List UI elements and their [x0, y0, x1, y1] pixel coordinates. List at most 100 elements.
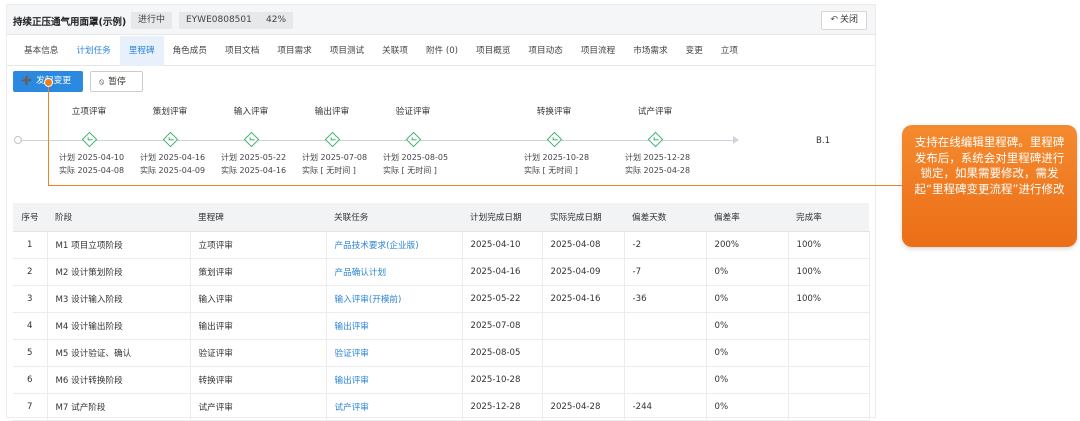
- milestone-dates: 计划 2025-04-10 实际 2025-04-08: [59, 151, 139, 177]
- stage-cell: M7 试产阶段: [47, 393, 191, 421]
- stage-cell: M5 设计验证、确认: [47, 339, 191, 367]
- completion-rate-cell: 100%: [788, 258, 870, 286]
- completion-rate-cell: [788, 393, 870, 421]
- milestone-plan-date: 计划 2025-12-28: [625, 153, 691, 162]
- project-title: 持续正压通气用面罩(示例): [13, 17, 127, 28]
- tab-documents[interactable]: 项目文档: [216, 36, 268, 66]
- milestone-dates: 计划 2025-04-16 实际 2025-04-09: [140, 151, 220, 177]
- related-task-link[interactable]: 产品技术要求(企业版): [326, 231, 463, 259]
- milestone-table: 序号 阶段 里程碑 关联任务 计划完成日期 实际完成日期 偏差天数 偏差率 完成…: [13, 203, 870, 421]
- close-label: 关闭: [839, 15, 858, 25]
- tab-overview[interactable]: 项目概览: [467, 36, 519, 66]
- tab-plan-tasks[interactable]: 计划任务: [67, 36, 119, 66]
- pause-button[interactable]: ⦸ 暂停: [90, 71, 143, 92]
- tab-workflow[interactable]: 项目流程: [572, 36, 624, 66]
- related-task-link[interactable]: 验证评审: [326, 339, 463, 367]
- milestone-actual-date: 实际 [ 无时间 ]: [383, 166, 437, 175]
- table-row[interactable]: 6 M6 设计转换阶段 转换评审 输出评审 2025-10-28 0%: [13, 366, 870, 394]
- milestone-name: 输入评审: [233, 107, 269, 117]
- actual-date-cell: [542, 312, 625, 340]
- plan-date-cell: 2025-12-28: [462, 393, 543, 421]
- related-task-link[interactable]: 试产评审: [326, 393, 463, 421]
- milestone-done-icon[interactable]: [81, 131, 98, 148]
- plan-date-cell: 2025-08-05: [462, 339, 543, 367]
- deviation-days-cell: [624, 366, 707, 394]
- deviation-rate-cell: 0%: [706, 312, 789, 340]
- milestone-cell: 输入评审: [190, 285, 327, 313]
- related-task-link[interactable]: 输入评审(开模前): [326, 285, 463, 313]
- milestone-name: 立项评审: [71, 107, 107, 117]
- milestone-plan-date: 计划 2025-04-16: [140, 153, 206, 162]
- milestone-plan-date: 计划 2025-10-28: [524, 153, 590, 162]
- milestone-cell: 输出评审: [190, 312, 327, 340]
- deviation-rate-cell: 0%: [706, 258, 789, 286]
- table-row[interactable]: 7 M7 试产阶段 试产评审 试产评审 2025-12-28 2025-04-2…: [13, 393, 870, 421]
- deviation-rate-cell: 0%: [706, 339, 789, 367]
- start-change-label: 发起变更: [35, 76, 72, 86]
- tab-members[interactable]: 角色成员: [164, 36, 216, 66]
- milestone-label: 策划评审: [130, 105, 210, 117]
- column-header: 实际完成日期: [542, 203, 624, 232]
- milestone-name: 试产评审: [637, 107, 673, 117]
- tab-basic-info[interactable]: 基本信息: [15, 36, 67, 66]
- column-header: 计划完成日期: [462, 203, 542, 232]
- stage-cell: M3 设计输入阶段: [47, 285, 191, 313]
- milestone-done-icon[interactable]: [324, 131, 341, 148]
- table-row[interactable]: 5 M5 设计验证、确认 验证评审 验证评审 2025-08-05 0%: [13, 339, 870, 367]
- tab-milestones[interactable]: 里程碑: [119, 36, 164, 66]
- table-row[interactable]: 4 M4 设计输出阶段 输出评审 输出评审 2025-07-08 0%: [13, 312, 870, 340]
- milestone-done-icon[interactable]: [243, 131, 260, 148]
- milestone-done-icon[interactable]: [162, 131, 179, 148]
- plan-date-cell: 2025-05-22: [462, 285, 543, 313]
- milestone-plan-date: 计划 2025-04-10: [59, 153, 125, 162]
- tab-activity[interactable]: 项目动态: [519, 36, 571, 66]
- timeline-arrow-icon: [733, 136, 739, 144]
- milestone-cell: 策划评审: [190, 258, 327, 286]
- milestone-done-icon[interactable]: [546, 131, 563, 148]
- tab-requirements[interactable]: 项目需求: [268, 36, 320, 66]
- tab-changes[interactable]: 变更: [677, 36, 712, 66]
- deviation-rate-cell: 0%: [706, 393, 789, 421]
- related-task-link[interactable]: 产品确认计划: [326, 258, 463, 286]
- stage-cell: M6 设计转换阶段: [47, 366, 191, 394]
- table-header-row: 序号 阶段 里程碑 关联任务 计划完成日期 实际完成日期 偏差天数 偏差率 完成…: [13, 203, 869, 232]
- milestone-name: 输出评审: [314, 107, 350, 117]
- milestone-done-icon[interactable]: [405, 131, 422, 148]
- tab-testing[interactable]: 项目测试: [321, 36, 373, 66]
- tab-initiation[interactable]: 立项: [712, 36, 747, 66]
- milestone-cell: 立项评审: [190, 231, 327, 259]
- deviation-rate-cell: 200%: [706, 231, 789, 259]
- callout-connector: [48, 80, 49, 186]
- row-index: 4: [13, 312, 48, 340]
- column-header: 阶段: [47, 203, 190, 232]
- milestone-plan-date: 计划 2025-08-05: [383, 153, 449, 162]
- column-header: 偏差率: [706, 203, 788, 232]
- milestone-actual-date: 实际 2025-04-09: [140, 166, 206, 175]
- row-index: 7: [13, 393, 48, 421]
- stage-cell: M2 设计策划阶段: [47, 258, 191, 286]
- callout-connector: [48, 185, 904, 186]
- milestone-dates: 计划 2025-10-28 实际 [ 无时间 ]: [524, 151, 604, 177]
- related-task-link[interactable]: 输出评审: [326, 312, 463, 340]
- status-tag: 进行中: [131, 12, 173, 29]
- milestone-cell: 转换评审: [190, 366, 327, 394]
- deviation-rate-cell: 0%: [706, 285, 789, 313]
- column-header: 关联任务: [326, 203, 462, 232]
- timeline-end-label: B.1: [816, 136, 831, 146]
- milestone-label: 转换评审: [514, 105, 594, 117]
- table-row[interactable]: 3 M3 设计输入阶段 输入评审 输入评审(开模前) 2025-05-22 20…: [13, 285, 870, 313]
- deviation-days-cell: -244: [624, 393, 707, 421]
- tab-related[interactable]: 关联项: [373, 36, 417, 66]
- table-row[interactable]: 2 M2 设计策划阶段 策划评审 产品确认计划 2025-04-16 2025-…: [13, 258, 870, 286]
- milestone-label: 输入评审: [211, 105, 291, 117]
- milestone-dates: 计划 2025-07-08 实际 [ 无时间 ]: [302, 151, 382, 177]
- actual-date-cell: [542, 366, 625, 394]
- tab-attachments[interactable]: 附件 (0): [417, 36, 467, 66]
- close-button[interactable]: ↶ 关闭: [821, 11, 867, 30]
- related-task-link[interactable]: 输出评审: [326, 366, 463, 394]
- milestone-plan-date: 计划 2025-07-08: [302, 153, 368, 162]
- milestone-done-icon[interactable]: [647, 131, 664, 148]
- tab-market-requirements[interactable]: 市场需求: [624, 36, 676, 66]
- milestone-label: 输出评审: [292, 105, 372, 117]
- table-row[interactable]: 1 M1 项目立项阶段 立项评审 产品技术要求(企业版) 2025-04-10 …: [13, 231, 870, 259]
